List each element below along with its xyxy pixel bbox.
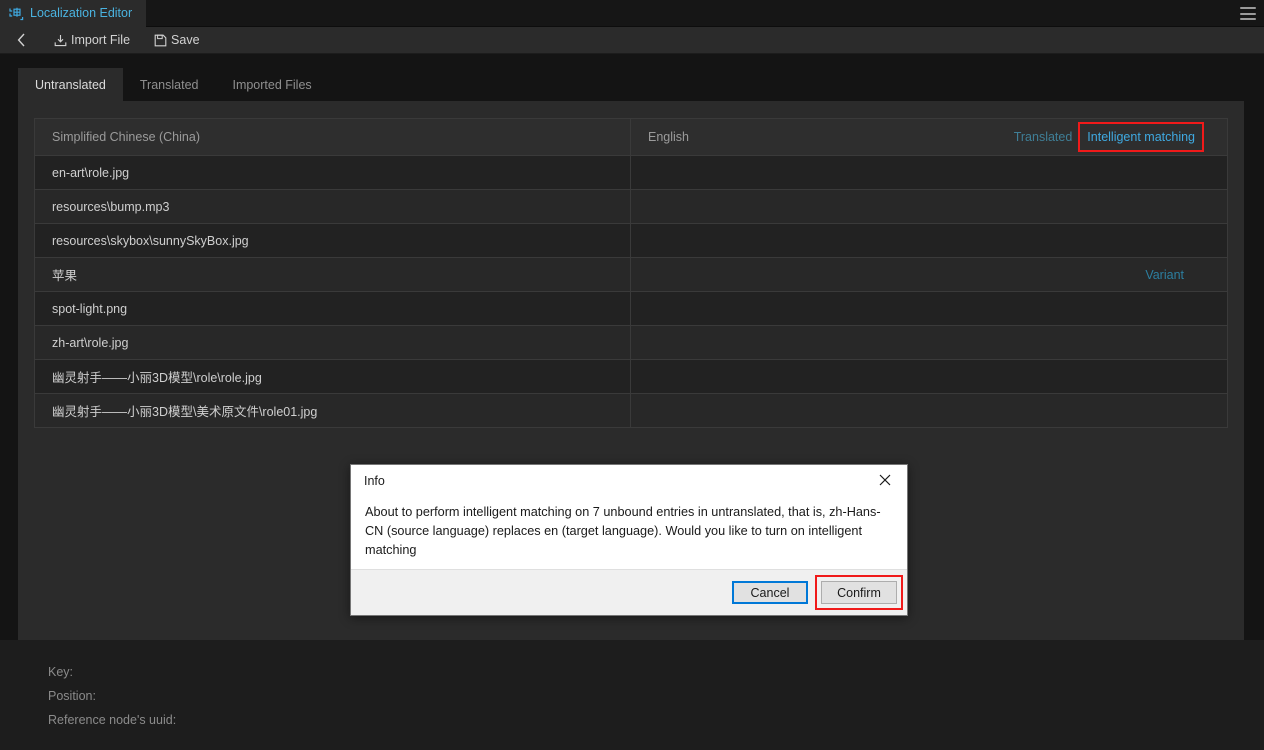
row-source-text: 幽灵射手——小丽3D模型\美术原文件\role01.jpg: [35, 394, 631, 427]
table-row[interactable]: resources\skybox\sunnySkyBox.jpg: [35, 224, 1227, 258]
tab-untranslated-label: Untranslated: [35, 77, 106, 92]
chevron-left-icon: [17, 33, 26, 47]
intelligent-matching-wrapper: Intelligent matching: [1078, 122, 1204, 152]
content-tab-strip: Untranslated Translated Imported Files: [0, 54, 1264, 101]
table-row[interactable]: zh-art\role.jpg: [35, 326, 1227, 360]
tab-translated[interactable]: Translated: [123, 68, 216, 101]
save-label: Save: [171, 33, 200, 47]
import-file-icon: [54, 34, 67, 47]
table-header-row: Simplified Chinese (China) English Trans…: [35, 119, 1227, 156]
reference-node-uuid-label: Reference node's uuid:: [48, 713, 177, 727]
save-disk-icon: [154, 34, 167, 47]
table-row[interactable]: 幽灵射手——小丽3D模型\美术原文件\role01.jpg: [35, 394, 1227, 428]
entry-details-footer: Key: Position: Reference node's uuid:: [0, 640, 1264, 750]
intelligent-matching-button[interactable]: Intelligent matching: [1082, 127, 1200, 147]
row-target-cell[interactable]: Variant: [631, 258, 1227, 291]
close-icon[interactable]: [863, 465, 907, 495]
key-label: Key:: [48, 665, 74, 679]
row-target-cell[interactable]: [631, 190, 1227, 223]
hamburger-line: [1240, 7, 1256, 9]
row-source-text: resources\skybox\sunnySkyBox.jpg: [35, 224, 631, 257]
dialog-title-bar: Info: [351, 465, 907, 497]
save-button[interactable]: Save: [142, 27, 212, 54]
table-row[interactable]: en-art\role.jpg: [35, 156, 1227, 190]
tab-untranslated[interactable]: Untranslated: [18, 68, 123, 101]
row-target-cell[interactable]: [631, 292, 1227, 325]
row-source-text: 苹果: [35, 258, 631, 291]
hamburger-line: [1240, 12, 1256, 15]
translated-action-link[interactable]: Translated: [1014, 130, 1073, 144]
table-row[interactable]: resources\bump.mp3: [35, 190, 1227, 224]
table-row[interactable]: 苹果 Variant: [35, 258, 1227, 292]
position-label: Position:: [48, 689, 96, 703]
variant-badge[interactable]: Variant: [1145, 268, 1184, 282]
localization-editor-window: Localization Editor Import File Save Unt…: [0, 0, 1264, 750]
editor-window-tab-label: Localization Editor: [30, 5, 133, 20]
cancel-button[interactable]: Cancel: [732, 581, 808, 604]
row-target-cell[interactable]: [631, 360, 1227, 393]
column-header-target-area: English Translated Intelligent matching: [631, 119, 1227, 155]
column-header-target: English: [648, 130, 689, 144]
row-target-cell[interactable]: [631, 394, 1227, 427]
row-target-cell[interactable]: [631, 326, 1227, 359]
table-row[interactable]: spot-light.png: [35, 292, 1227, 326]
title-bar: Localization Editor: [0, 0, 1264, 27]
hamburger-menu-icon[interactable]: [1240, 7, 1256, 20]
row-source-text: en-art\role.jpg: [35, 156, 631, 189]
column-header-source: Simplified Chinese (China): [35, 119, 631, 155]
hamburger-line: [1240, 18, 1256, 20]
info-dialog: Info About to perform intelligent matchi…: [350, 464, 908, 616]
table-row[interactable]: 幽灵射手——小丽3D模型\role\role.jpg: [35, 360, 1227, 394]
tab-imported-files-label: Imported Files: [232, 77, 312, 92]
row-target-cell[interactable]: [631, 224, 1227, 257]
editor-toolbar: Import File Save: [0, 27, 1264, 54]
editor-window-tab[interactable]: Localization Editor: [0, 0, 147, 27]
dialog-message: About to perform intelligent matching on…: [365, 505, 881, 557]
row-source-text: spot-light.png: [35, 292, 631, 325]
row-source-text: 幽灵射手——小丽3D模型\role\role.jpg: [35, 360, 631, 393]
row-source-text: resources\bump.mp3: [35, 190, 631, 223]
dialog-button-bar: Cancel Confirm: [351, 569, 907, 615]
confirm-button[interactable]: Confirm: [821, 581, 897, 604]
row-source-text: zh-art\role.jpg: [35, 326, 631, 359]
tab-imported-files[interactable]: Imported Files: [215, 68, 328, 101]
import-file-label: Import File: [71, 33, 131, 47]
back-button[interactable]: [0, 27, 42, 54]
translation-table: Simplified Chinese (China) English Trans…: [34, 118, 1228, 428]
localization-icon: [9, 7, 24, 21]
confirm-button-wrapper: Confirm: [815, 575, 903, 610]
row-target-cell[interactable]: [631, 156, 1227, 189]
tab-strip-spacer: [0, 54, 18, 101]
dialog-title: Info: [364, 474, 385, 488]
import-file-button[interactable]: Import File: [42, 27, 142, 54]
tab-translated-label: Translated: [139, 77, 199, 92]
